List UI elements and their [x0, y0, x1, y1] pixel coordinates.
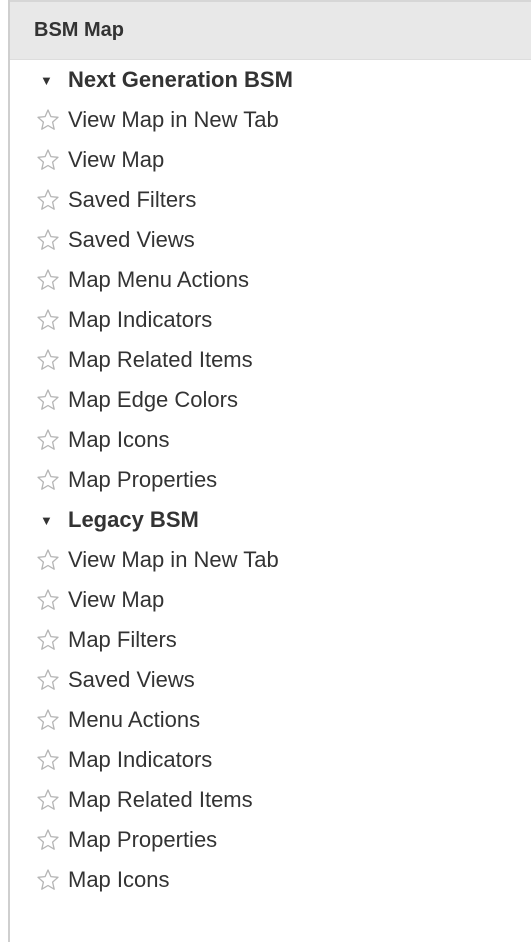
menu-item-label: Map Filters: [68, 627, 177, 652]
star-outline-icon[interactable]: [36, 228, 60, 252]
section-label: Legacy BSM: [68, 507, 199, 532]
menu-item-map-icons[interactable]: Map Icons: [10, 420, 531, 460]
menu-item-label: View Map in New Tab: [68, 547, 279, 572]
menu-item-saved-views[interactable]: Saved Views: [10, 660, 531, 700]
menu-item-map-properties[interactable]: Map Properties: [10, 820, 531, 860]
menu-item-label: Map Properties: [68, 827, 218, 852]
menu-item-view-map[interactable]: View Map: [10, 580, 531, 620]
menu-item-label: Map Indicators: [68, 747, 213, 772]
menu-item-label: Map Edge Colors: [68, 387, 238, 412]
star-outline-icon[interactable]: [36, 868, 60, 892]
menu-item-label: Map Related Items: [68, 787, 253, 812]
menu-item-label: Map Menu Actions: [68, 267, 249, 292]
menu-item-view-map[interactable]: View Map: [10, 140, 531, 180]
star-outline-icon[interactable]: [36, 268, 60, 292]
star-outline-icon[interactable]: [36, 588, 60, 612]
menu-item-label: Map Icons: [68, 867, 170, 892]
section-items-next-generation-bsm: View Map in New Tab View Map Saved Filte…: [10, 100, 531, 500]
star-outline-icon[interactable]: [36, 148, 60, 172]
menu-item-view-map-in-new-tab[interactable]: View Map in New Tab: [10, 100, 531, 140]
caret-down-icon: ▼: [40, 72, 53, 88]
section-header-next-generation-bsm[interactable]: ▼ Next Generation BSM: [10, 60, 531, 100]
menu-item-map-menu-actions[interactable]: Map Menu Actions: [10, 260, 531, 300]
navigator-panel: BSM Map ▼ Next Generation BSM View Map i…: [8, 0, 531, 942]
menu-item-label: Saved Filters: [68, 187, 197, 212]
menu-item-map-edge-colors[interactable]: Map Edge Colors: [10, 380, 531, 420]
star-outline-icon[interactable]: [36, 748, 60, 772]
menu-item-label: View Map: [68, 147, 165, 172]
section-header-legacy-bsm[interactable]: ▼ Legacy BSM: [10, 500, 531, 540]
star-outline-icon[interactable]: [36, 108, 60, 132]
menu-item-map-icons[interactable]: Map Icons: [10, 860, 531, 900]
menu-item-label: Saved Views: [68, 667, 195, 692]
menu-item-label: Map Properties: [68, 467, 218, 492]
star-outline-icon[interactable]: [36, 348, 60, 372]
star-outline-icon[interactable]: [36, 548, 60, 572]
section-label: Next Generation BSM: [68, 67, 293, 92]
star-outline-icon[interactable]: [36, 628, 60, 652]
star-outline-icon[interactable]: [36, 388, 60, 412]
star-outline-icon[interactable]: [36, 188, 60, 212]
menu-item-map-indicators[interactable]: Map Indicators: [10, 740, 531, 780]
panel-header: BSM Map: [10, 0, 531, 60]
menu-item-map-related-items[interactable]: Map Related Items: [10, 340, 531, 380]
panel-title: BSM Map: [34, 19, 124, 41]
menu-item-label: Menu Actions: [68, 707, 201, 732]
section-items-legacy-bsm: View Map in New Tab View Map Map Filters…: [10, 540, 531, 900]
star-outline-icon[interactable]: [36, 428, 60, 452]
menu-item-map-related-items[interactable]: Map Related Items: [10, 780, 531, 820]
menu-item-saved-views[interactable]: Saved Views: [10, 220, 531, 260]
menu-item-map-properties[interactable]: Map Properties: [10, 460, 531, 500]
menu-item-map-filters[interactable]: Map Filters: [10, 620, 531, 660]
star-outline-icon[interactable]: [36, 668, 60, 692]
star-outline-icon[interactable]: [36, 788, 60, 812]
caret-down-icon: ▼: [40, 512, 53, 528]
menu-item-map-indicators[interactable]: Map Indicators: [10, 300, 531, 340]
star-outline-icon[interactable]: [36, 468, 60, 492]
menu-item-menu-actions[interactable]: Menu Actions: [10, 700, 531, 740]
menu-item-label: View Map in New Tab: [68, 107, 279, 132]
star-outline-icon[interactable]: [36, 308, 60, 332]
menu-item-label: Map Indicators: [68, 307, 213, 332]
star-outline-icon[interactable]: [36, 708, 60, 732]
menu-item-view-map-in-new-tab[interactable]: View Map in New Tab: [10, 540, 531, 580]
menu-item-label: View Map: [68, 587, 165, 612]
menu-item-label: Map Icons: [68, 427, 170, 452]
menu-item-saved-filters[interactable]: Saved Filters: [10, 180, 531, 220]
menu-item-label: Map Related Items: [68, 347, 253, 372]
star-outline-icon[interactable]: [36, 828, 60, 852]
menu-item-label: Saved Views: [68, 227, 195, 252]
